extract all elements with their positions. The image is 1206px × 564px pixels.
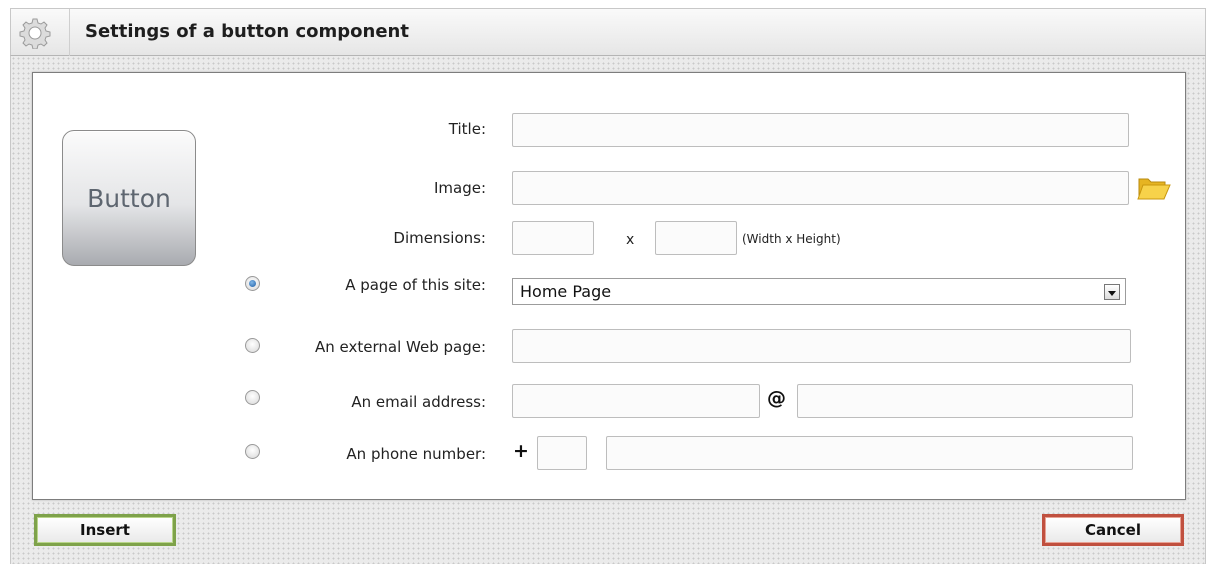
external-page-radio[interactable] — [245, 338, 260, 353]
email-at-symbol: @ — [767, 387, 786, 409]
button-preview: Button — [62, 130, 196, 266]
phone-radio[interactable] — [245, 444, 260, 459]
title-input[interactable] — [512, 113, 1129, 147]
phone-label: An phone number: — [346, 445, 486, 463]
email-user-input[interactable] — [512, 384, 760, 418]
gear-icon — [19, 17, 51, 50]
email-radio[interactable] — [245, 390, 260, 405]
button-preview-label: Button — [87, 183, 171, 213]
dialog-titlebar: Settings of a button component — [10, 8, 1206, 56]
chevron-down-icon[interactable] — [1104, 284, 1120, 300]
page-of-site-label: A page of this site: — [345, 276, 486, 294]
width-input[interactable] — [512, 221, 594, 255]
image-label: Image: — [433, 179, 486, 197]
titlebar-divider — [69, 9, 70, 56]
dimensions-separator: x — [626, 232, 635, 248]
dialog-title: Settings of a button component — [85, 21, 409, 42]
dimensions-label: Dimensions: — [393, 229, 486, 247]
cancel-button[interactable]: Cancel — [1042, 514, 1184, 546]
page-select[interactable]: Home Page — [512, 278, 1126, 305]
external-page-label: An external Web page: — [314, 338, 486, 356]
email-domain-input[interactable] — [797, 384, 1133, 418]
email-label: An email address: — [351, 393, 486, 411]
image-input[interactable] — [512, 171, 1129, 205]
phone-plus-symbol: + — [513, 440, 529, 462]
insert-button[interactable]: Insert — [34, 514, 176, 546]
phone-code-input[interactable] — [537, 436, 587, 470]
title-label: Title: — [448, 120, 486, 138]
external-url-input[interactable] — [512, 329, 1131, 363]
height-input[interactable] — [655, 221, 737, 255]
page-of-site-radio[interactable] — [245, 276, 260, 291]
folder-icon[interactable] — [1137, 173, 1171, 201]
page-select-value: Home Page — [520, 282, 612, 301]
dimensions-hint: (Width x Height) — [742, 232, 841, 246]
phone-number-input[interactable] — [606, 436, 1133, 470]
